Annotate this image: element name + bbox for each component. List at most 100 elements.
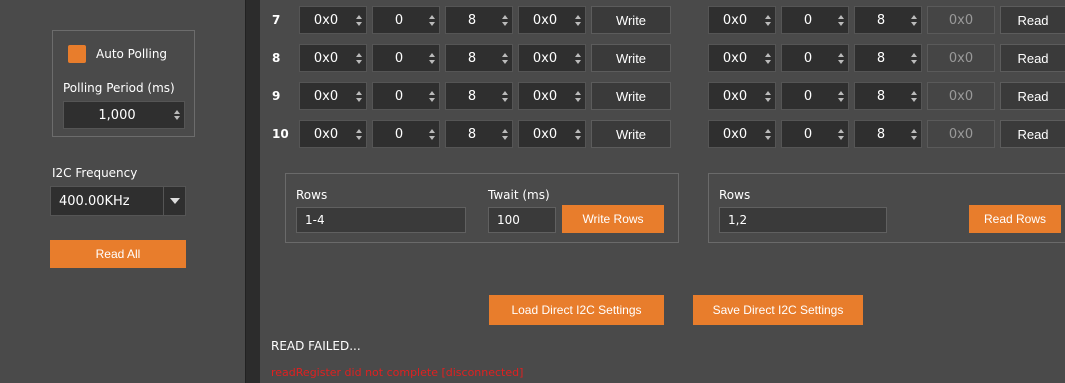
write-register-spinbox[interactable]: 0 xyxy=(372,44,440,72)
read-button[interactable]: Read xyxy=(1000,6,1065,34)
write-address-spinbox[interactable]: 0x0 xyxy=(299,82,367,110)
spin-arrows-icon[interactable] xyxy=(834,121,848,147)
write-value-spinbox[interactable]: 0x0 xyxy=(518,82,586,110)
i2c-frequency-select[interactable]: 400.00KHz xyxy=(50,186,186,216)
read-value-field: 0x0 xyxy=(927,44,995,72)
read-value-field: 0x0 xyxy=(927,120,995,148)
spin-arrows-icon[interactable] xyxy=(907,45,921,71)
read-rows-button[interactable]: Read Rows xyxy=(969,205,1061,233)
write-button[interactable]: Write xyxy=(591,82,671,110)
spin-arrows-icon[interactable] xyxy=(571,83,585,109)
read-register-spinbox[interactable]: 0 xyxy=(781,120,849,148)
spin-arrows-icon[interactable] xyxy=(425,121,439,147)
splitter[interactable] xyxy=(245,0,260,383)
write-register-spinbox[interactable]: 0 xyxy=(372,120,440,148)
spin-arrows-icon[interactable] xyxy=(352,7,366,33)
write-rows-button[interactable]: Write Rows xyxy=(562,205,664,233)
spin-arrows-icon[interactable] xyxy=(834,83,848,109)
write-address-spinbox-value: 0x0 xyxy=(313,12,339,28)
write-address-spinbox[interactable]: 0x0 xyxy=(299,6,367,34)
read-register-spinbox[interactable]: 0 xyxy=(781,82,849,110)
spin-arrows-icon[interactable] xyxy=(425,83,439,109)
spin-arrows-icon[interactable] xyxy=(425,7,439,33)
spin-arrows-icon[interactable] xyxy=(834,45,848,71)
write-button[interactable]: Write xyxy=(591,120,671,148)
write-bits-spinbox-value: 8 xyxy=(467,126,477,142)
spin-arrows-icon[interactable] xyxy=(761,7,775,33)
read-address-spinbox[interactable]: 0x0 xyxy=(708,6,776,34)
read-button[interactable]: Read xyxy=(1000,82,1065,110)
write-bits-spinbox[interactable]: 8 xyxy=(445,6,513,34)
read-all-button[interactable]: Read All xyxy=(50,240,186,268)
spin-arrows-icon[interactable] xyxy=(907,7,921,33)
read-bits-spinbox[interactable]: 8 xyxy=(854,6,922,34)
read-address-spinbox[interactable]: 0x0 xyxy=(708,120,776,148)
load-settings-button[interactable]: Load Direct I2C Settings xyxy=(489,295,664,325)
read-bits-spinbox-value: 8 xyxy=(876,126,886,142)
read-button[interactable]: Read xyxy=(1000,120,1065,148)
spin-arrows-icon[interactable] xyxy=(907,83,921,109)
read-register-spinbox[interactable]: 0 xyxy=(781,6,849,34)
chevron-down-icon[interactable] xyxy=(163,187,185,215)
write-register-spinbox[interactable]: 0 xyxy=(372,6,440,34)
read-bits-spinbox-value: 8 xyxy=(876,88,886,104)
spin-arrows-icon[interactable] xyxy=(907,121,921,147)
twait-input[interactable]: 100 xyxy=(488,207,556,233)
write-address-spinbox[interactable]: 0x0 xyxy=(299,120,367,148)
write-bits-spinbox[interactable]: 8 xyxy=(445,44,513,72)
spin-arrows-icon[interactable] xyxy=(571,45,585,71)
save-settings-button[interactable]: Save Direct I2C Settings xyxy=(693,295,863,325)
spin-arrows-icon[interactable] xyxy=(170,102,184,128)
write-bits-spinbox[interactable]: 8 xyxy=(445,82,513,110)
read-bits-spinbox[interactable]: 8 xyxy=(854,82,922,110)
spin-arrows-icon[interactable] xyxy=(571,121,585,147)
spin-arrows-icon[interactable] xyxy=(498,45,512,71)
write-rows-label: Rows xyxy=(296,188,328,202)
spin-arrows-icon[interactable] xyxy=(761,83,775,109)
polling-group: Auto Polling Polling Period (ms) 1,000 xyxy=(52,30,195,137)
read-register-spinbox[interactable]: 0 xyxy=(781,44,849,72)
write-button[interactable]: Write xyxy=(591,6,671,34)
read-bits-spinbox[interactable]: 8 xyxy=(854,120,922,148)
register-row: 7 0x0 0 8 0x0 Write 0x0 0 8 0x0 Read xyxy=(260,6,1065,34)
write-bits-spinbox-value: 8 xyxy=(467,50,477,66)
read-rows-input[interactable]: 1,2 xyxy=(719,207,887,233)
spin-arrows-icon[interactable] xyxy=(761,121,775,147)
row-number: 10 xyxy=(272,127,289,141)
spin-arrows-icon[interactable] xyxy=(352,45,366,71)
write-address-spinbox[interactable]: 0x0 xyxy=(299,44,367,72)
polling-period-spinbox[interactable]: 1,000 xyxy=(63,101,185,129)
read-register-spinbox-value: 0 xyxy=(803,12,813,28)
read-value-field-value: 0x0 xyxy=(948,50,974,66)
write-value-spinbox[interactable]: 0x0 xyxy=(518,44,586,72)
read-address-spinbox[interactable]: 0x0 xyxy=(708,82,776,110)
spin-arrows-icon[interactable] xyxy=(425,45,439,71)
write-bits-spinbox-value: 8 xyxy=(467,12,477,28)
auto-polling-label: Auto Polling xyxy=(96,47,168,61)
write-rows-input[interactable]: 1-4 xyxy=(296,207,466,233)
read-register-spinbox-value: 0 xyxy=(803,126,813,142)
spin-arrows-icon[interactable] xyxy=(834,7,848,33)
row-number: 8 xyxy=(272,51,281,65)
write-register-spinbox[interactable]: 0 xyxy=(372,82,440,110)
write-rows-group: Rows 1-4 Twait (ms) 100 Write Rows xyxy=(285,173,679,243)
spin-arrows-icon[interactable] xyxy=(761,45,775,71)
spin-arrows-icon[interactable] xyxy=(498,7,512,33)
write-value-spinbox[interactable]: 0x0 xyxy=(518,6,586,34)
auto-polling-check-indicator[interactable] xyxy=(68,45,86,63)
write-value-spinbox[interactable]: 0x0 xyxy=(518,120,586,148)
spin-arrows-icon[interactable] xyxy=(571,7,585,33)
spin-arrows-icon[interactable] xyxy=(352,83,366,109)
read-address-spinbox-value: 0x0 xyxy=(722,12,748,28)
spin-arrows-icon[interactable] xyxy=(352,121,366,147)
spin-arrows-icon[interactable] xyxy=(498,83,512,109)
row-number: 7 xyxy=(272,13,281,27)
auto-polling-checkbox[interactable]: Auto Polling xyxy=(68,45,167,63)
read-button[interactable]: Read xyxy=(1000,44,1065,72)
read-value-field: 0x0 xyxy=(927,6,995,34)
read-address-spinbox[interactable]: 0x0 xyxy=(708,44,776,72)
read-bits-spinbox[interactable]: 8 xyxy=(854,44,922,72)
write-bits-spinbox[interactable]: 8 xyxy=(445,120,513,148)
write-button[interactable]: Write xyxy=(591,44,671,72)
spin-arrows-icon[interactable] xyxy=(498,121,512,147)
